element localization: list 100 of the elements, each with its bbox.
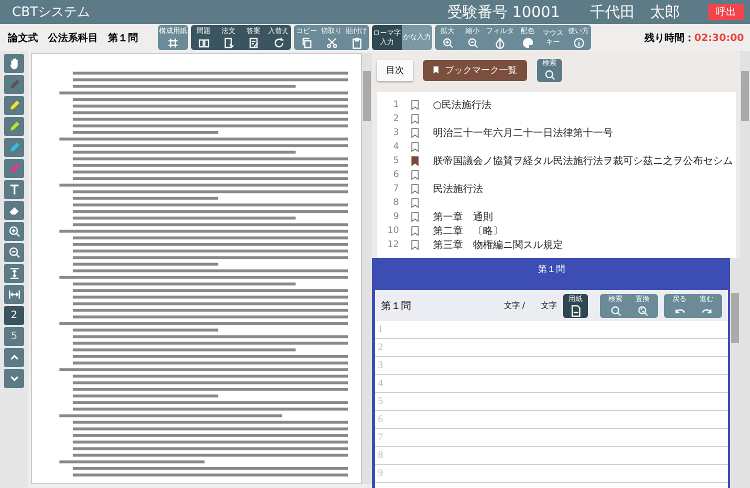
subject-title: 論文式 公法系科目 第１問 <box>8 32 139 44</box>
bookmark-icon[interactable] <box>411 156 419 166</box>
page-up-button[interactable] <box>4 348 24 367</box>
hand-tool-button[interactable] <box>4 54 24 73</box>
zoom-out-button[interactable] <box>4 243 24 262</box>
line-number: 1 <box>378 324 383 335</box>
bookmark-icon[interactable] <box>411 142 419 152</box>
answer-line[interactable]: 1 <box>375 321 728 339</box>
user-name: 千代田 太郎 <box>590 2 680 22</box>
pen-tool-button[interactable] <box>4 117 24 136</box>
search-icon <box>544 69 556 81</box>
zoom-in-icon <box>442 36 454 48</box>
line-number: 9 <box>392 212 399 222</box>
bookmark-icon[interactable] <box>411 240 419 250</box>
bookmark-icon[interactable] <box>411 100 419 110</box>
zoom-out-icon <box>466 36 478 48</box>
line-number: 10 <box>386 226 399 236</box>
eraser-tool-button[interactable] <box>4 201 24 220</box>
scissors-icon <box>326 36 338 48</box>
page-down-button[interactable] <box>4 369 24 388</box>
law-text-line: 明治三十一年六月二十一日法律第十一号 <box>433 126 613 140</box>
answer-line[interactable]: 8 <box>375 447 728 465</box>
refresh-icon <box>272 36 284 48</box>
grid-icon <box>167 36 179 48</box>
line-number: 5 <box>392 156 399 166</box>
bookmark-icon[interactable] <box>411 212 419 222</box>
line-number: 12 <box>386 240 399 250</box>
char-count-label: 文字 / <box>504 300 525 311</box>
text-cursor-icon <box>8 183 20 196</box>
edit-icon <box>248 36 260 48</box>
answer-line[interactable]: 4 <box>375 375 728 393</box>
copy-icon <box>300 36 312 48</box>
law-text-line: 第二章 〔略〕 <box>433 224 503 238</box>
time-label: 残り時間： <box>644 32 694 44</box>
line-number: 2 <box>378 342 383 353</box>
scrollbar[interactable] <box>362 53 372 484</box>
call-button[interactable]: 呼出 <box>708 4 744 20</box>
line-number: 8 <box>392 198 399 208</box>
answer-line[interactable]: 7 <box>375 429 728 447</box>
line-number: 6 <box>378 414 383 425</box>
info-icon <box>572 36 584 48</box>
page-number-button[interactable]: 5 <box>4 327 24 346</box>
fit-width-button[interactable] <box>4 285 24 304</box>
document-icon <box>222 36 234 48</box>
answer-line[interactable]: 6 <box>375 411 728 429</box>
line-number: 4 <box>378 378 383 389</box>
line-number: 6 <box>392 170 399 180</box>
line-number: 1 <box>392 100 399 110</box>
law-text-line: 朕帝国議会ノ協賛ヲ経タル民法施行法ヲ裁可シ茲ニ之ヲ公布セシム <box>433 154 733 168</box>
fit-height-icon <box>8 267 20 280</box>
bookmark-icon[interactable] <box>411 184 419 194</box>
zoom-in-icon <box>8 225 20 238</box>
law-text-line: ○民法施行法 <box>433 98 492 112</box>
search-icon <box>610 304 622 316</box>
line-number: 7 <box>392 184 399 194</box>
line-number: 3 <box>392 128 399 138</box>
line-number: 2 <box>392 114 399 124</box>
text-tool-button[interactable] <box>4 180 24 199</box>
law-text-line: 第一章 通則 <box>433 210 493 224</box>
answer-line[interactable]: 2 <box>375 339 728 357</box>
line-number: 7 <box>378 432 383 443</box>
exam-number: 受験番号 10001 <box>448 2 560 22</box>
book-icon <box>198 36 210 48</box>
line-number: 4 <box>392 142 399 152</box>
contrast-icon <box>494 36 506 48</box>
answer-heading: 第１問 <box>381 300 412 312</box>
bookmark-icon[interactable] <box>411 198 419 208</box>
answer-line[interactable]: 9 <box>375 465 728 483</box>
hand-icon <box>8 57 20 70</box>
line-number: 8 <box>378 450 383 461</box>
law-text-line: 民法施行法 <box>433 182 483 196</box>
bookmark-icon[interactable] <box>411 128 419 138</box>
fit-height-button[interactable] <box>4 264 24 283</box>
zoom-in-button[interactable] <box>4 222 24 241</box>
bookmark-list-button[interactable]: ブックマーク一覧 <box>423 60 527 80</box>
page-number-button[interactable]: 2 <box>4 306 24 325</box>
scrollbar[interactable] <box>740 51 750 488</box>
palette-icon <box>522 36 534 48</box>
law-text-line: 第三章 物権編ニ関スル規定 <box>433 238 563 252</box>
clipboard-icon <box>350 36 362 48</box>
fit-width-icon <box>8 288 20 301</box>
line-number: 5 <box>378 396 383 407</box>
app-title: CBTシステム <box>12 4 91 21</box>
line-number: 9 <box>378 468 383 479</box>
line-number: 3 <box>378 360 383 371</box>
document-icon <box>570 304 582 316</box>
toc-button[interactable]: 目次 <box>377 60 413 80</box>
char-limit-label: 文字 <box>541 300 557 311</box>
zoom-out-icon <box>8 246 20 259</box>
answer-window-title: 第１問 <box>537 264 566 277</box>
answer-line[interactable]: 3 <box>375 357 728 375</box>
bookmark-icon[interactable] <box>411 226 419 236</box>
scrollbar[interactable] <box>730 258 740 488</box>
pen-tool-button[interactable] <box>4 96 24 115</box>
answer-line[interactable]: 5 <box>375 393 728 411</box>
bookmark-icon[interactable] <box>411 114 419 124</box>
time-remaining: 02:30:00 <box>694 32 744 44</box>
replace-icon <box>636 304 648 316</box>
bookmark-icon[interactable] <box>411 170 419 180</box>
bookmark-icon <box>433 66 439 74</box>
